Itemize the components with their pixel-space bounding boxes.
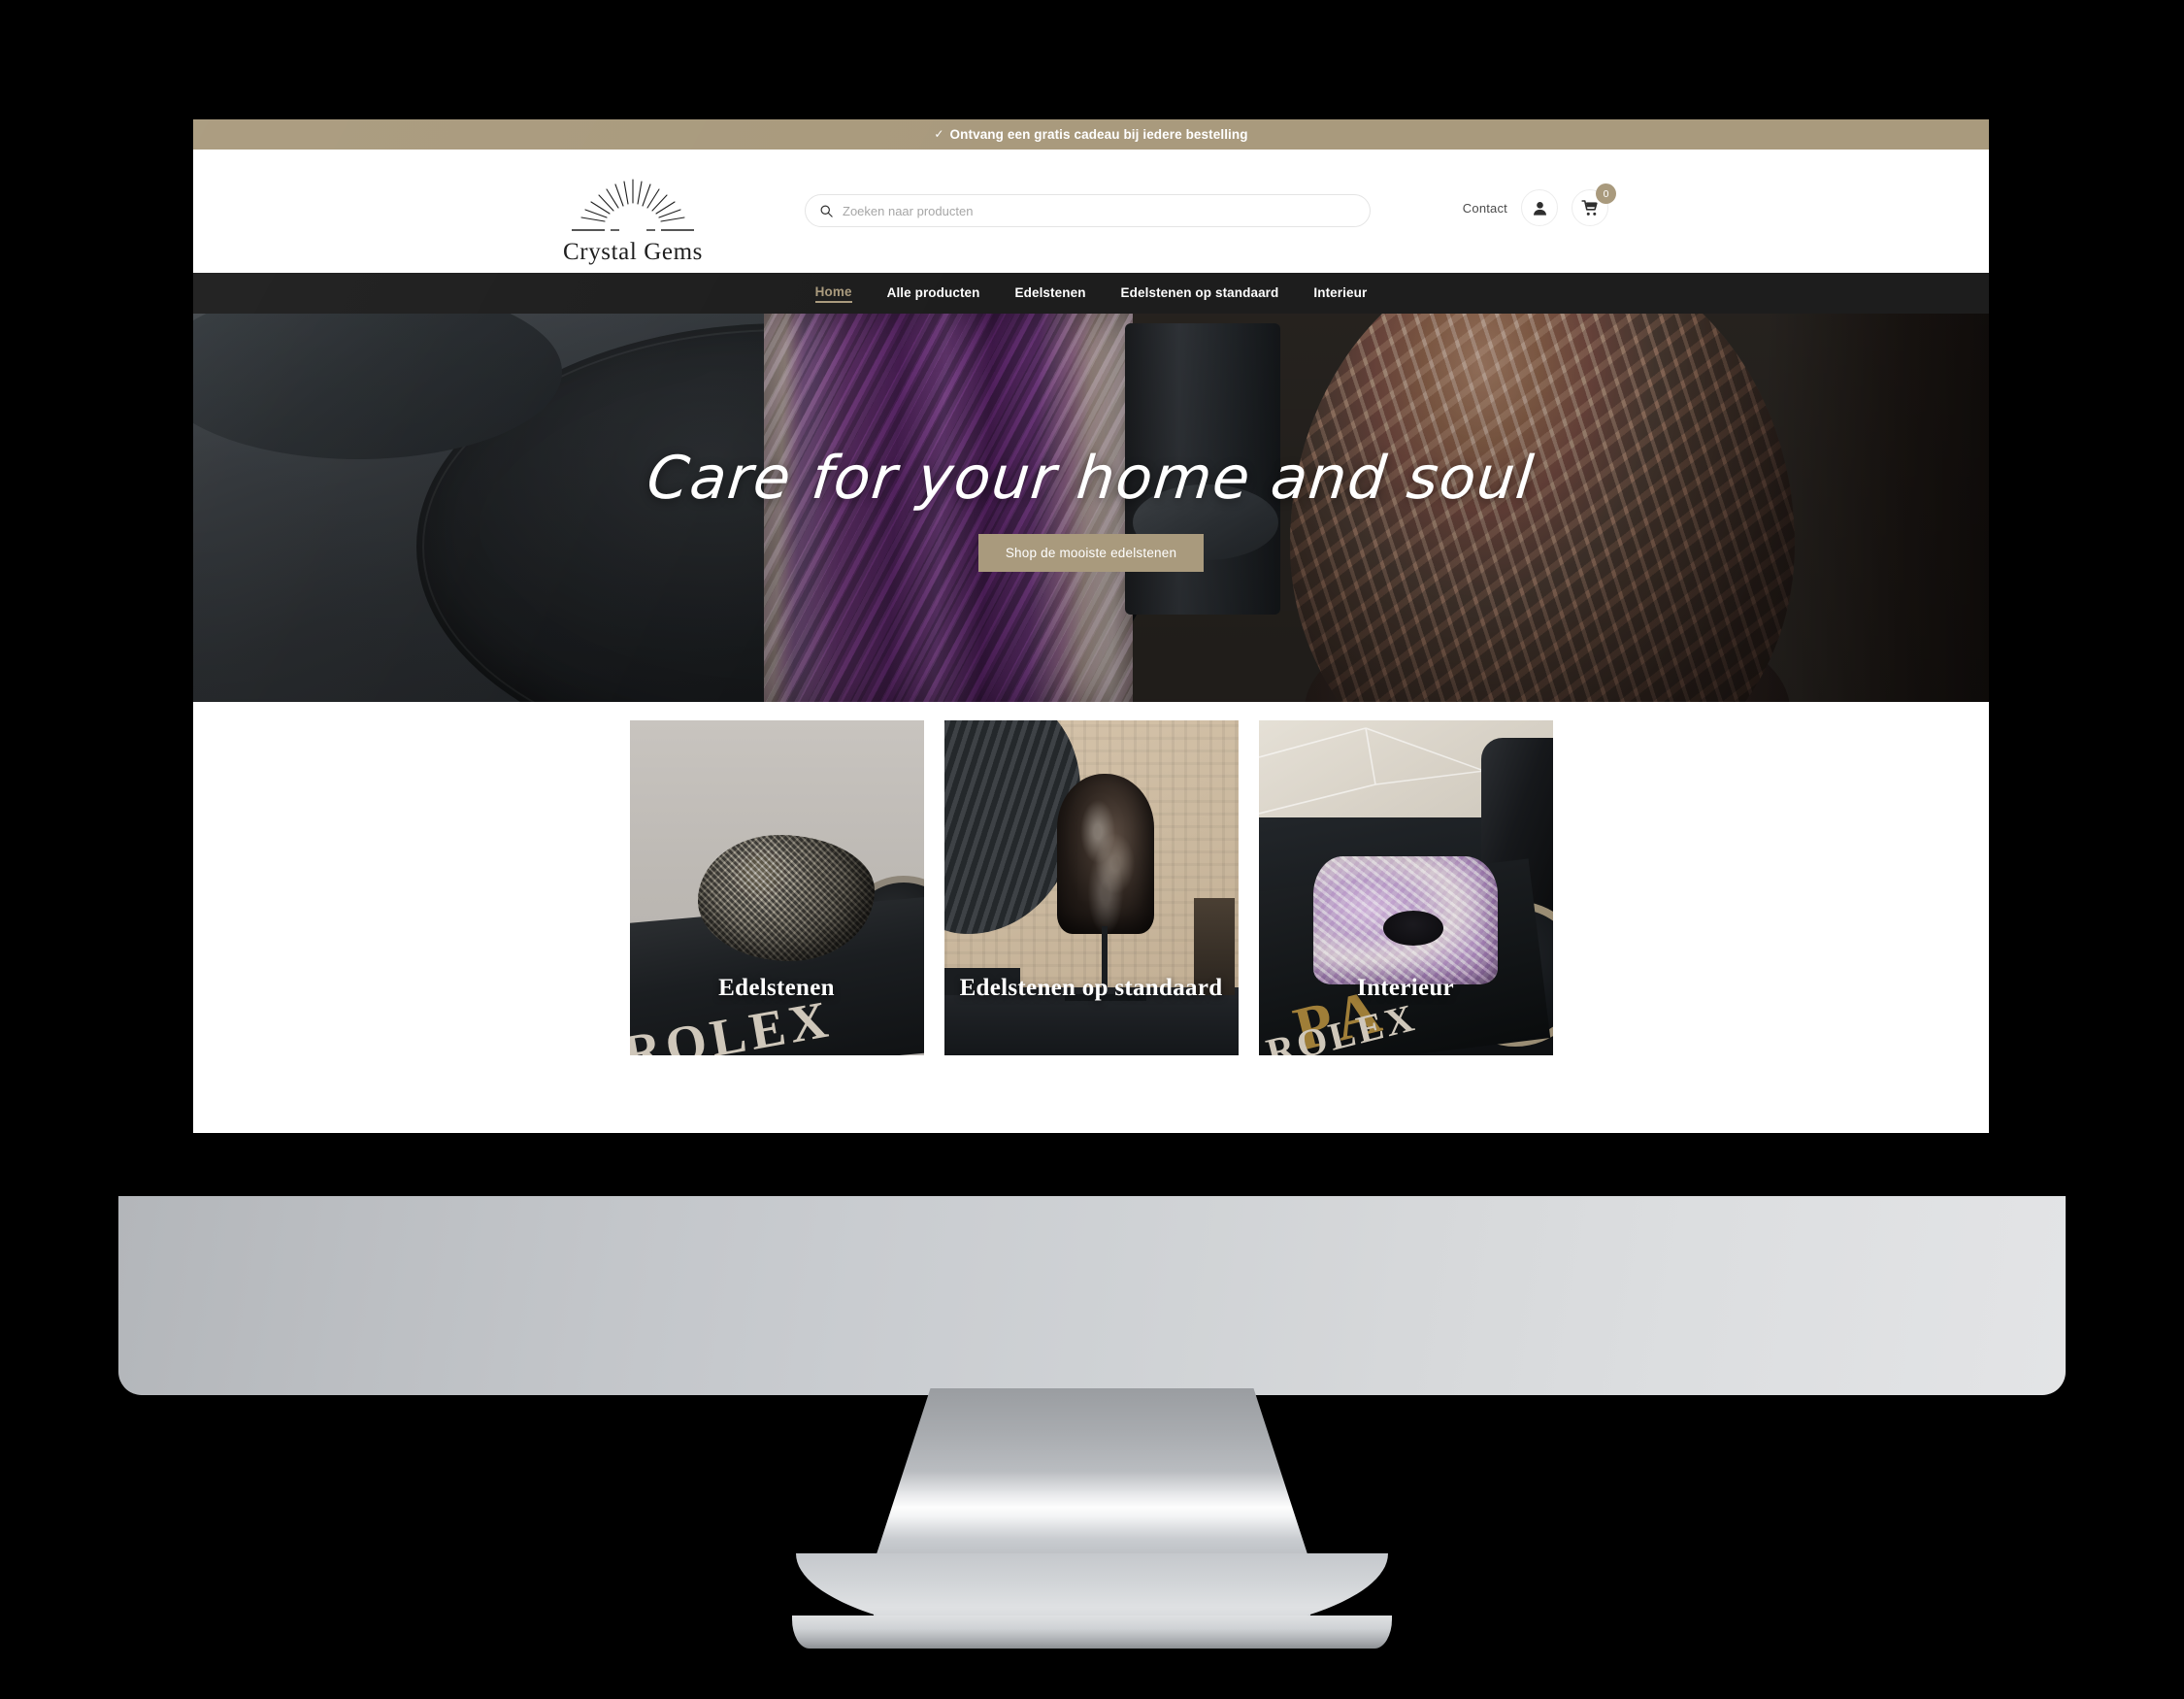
monitor-chin: [118, 1196, 2066, 1395]
header-actions: Contact 0: [1463, 183, 1616, 226]
promo-banner: ✓ Ontvang een gratis cadeau bij iedere b…: [193, 119, 1989, 150]
contact-link[interactable]: Contact: [1463, 201, 1507, 216]
category-card-grid: ROLEX Edelstenen Edelstenen op standaard: [193, 702, 1989, 1133]
site-header: Crystal Gems Contact: [193, 150, 1989, 273]
category-card-interieur[interactable]: PA ROLEX Interieur: [1258, 720, 1553, 1055]
brand-wordmark: Crystal Gems: [563, 239, 703, 265]
sunburst-icon: [572, 179, 694, 231]
brand-logo[interactable]: Crystal Gems: [555, 161, 711, 264]
category-card-edelstenen-op-standaard[interactable]: Edelstenen op standaard: [943, 720, 1239, 1055]
category-label-interieur: Interieur: [1357, 975, 1454, 1001]
imac-monitor-mockup: ✓ Ontvang een gratis cadeau bij iedere b…: [0, 0, 2184, 1699]
account-button[interactable]: [1521, 189, 1558, 226]
category-label-edelstenen-op-standaard: Edelstenen op standaard: [959, 975, 1223, 1001]
nav-item-home[interactable]: Home: [814, 284, 852, 303]
promo-banner-text: Ontvang een gratis cadeau bij iedere bes…: [949, 127, 1248, 142]
category-card-edelstenen[interactable]: ROLEX Edelstenen: [629, 720, 924, 1055]
nav-item-edelstenen[interactable]: Edelstenen: [1015, 285, 1086, 302]
nav-item-interieur[interactable]: Interieur: [1313, 285, 1367, 302]
cart-button[interactable]: 0: [1572, 183, 1616, 226]
check-icon: ✓: [934, 126, 944, 141]
search-input[interactable]: [843, 203, 1356, 218]
category-label-edelstenen: Edelstenen: [718, 975, 835, 1001]
browser-viewport: ✓ Ontvang een gratis cadeau bij iedere b…: [193, 119, 1989, 1133]
main-navigation: Home Alle producten Edelstenen Edelstene…: [193, 273, 1989, 314]
category-image-edelstenen: ROLEX: [629, 720, 924, 1055]
nav-item-edelstenen-op-standaard[interactable]: Edelstenen op standaard: [1121, 285, 1279, 302]
search-icon: [820, 205, 833, 217]
hero-title: Care for your home and soul: [644, 444, 1539, 513]
search-bar[interactable]: [805, 194, 1371, 227]
nav-item-alle-producten[interactable]: Alle producten: [887, 285, 980, 302]
hero-cta-button[interactable]: Shop de mooiste edelstenen: [977, 534, 1205, 572]
category-image-edelstenen-op-standaard: [943, 720, 1239, 1055]
search-box[interactable]: [805, 194, 1371, 227]
hero-banner: Care for your home and soul Shop de mooi…: [193, 314, 1989, 702]
hero-content: Care for your home and soul Shop de mooi…: [193, 314, 1989, 702]
shopping-cart-icon: [1580, 199, 1598, 216]
monitor-stand-base: [792, 1616, 1392, 1649]
user-icon: [1533, 201, 1546, 216]
category-image-interieur: PA ROLEX: [1258, 720, 1553, 1055]
cart-count-badge: 0: [1596, 183, 1616, 204]
